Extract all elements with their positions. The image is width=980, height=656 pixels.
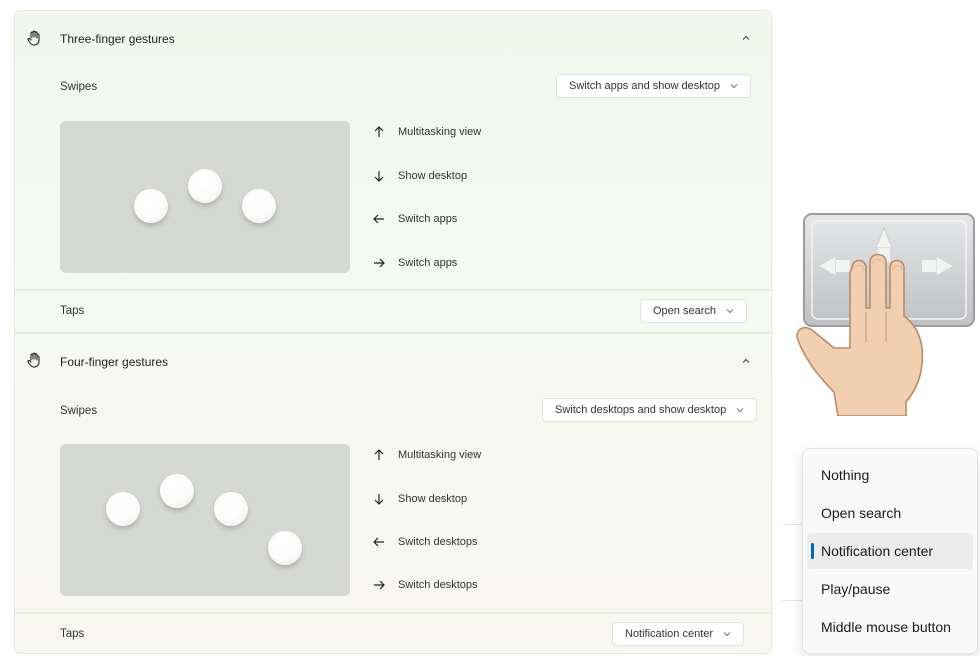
menu-item-label: Notification center	[821, 543, 934, 559]
menu-item-nothing[interactable]: Nothing	[807, 457, 973, 493]
menu-item-notification-center[interactable]: Notification center	[807, 533, 973, 569]
gesture-right: Switch apps	[372, 255, 457, 271]
menu-item-open-search[interactable]: Open search	[807, 495, 973, 531]
finger-dot	[242, 189, 276, 223]
taps-row: Taps Open search	[14, 289, 770, 329]
swipes-dropdown-value: Switch desktops and show desktop	[555, 404, 727, 416]
gesture-down: Show desktop	[372, 491, 467, 507]
swipes-dropdown-value: Switch apps and show desktop	[569, 80, 721, 92]
three-finger-preview	[60, 121, 350, 273]
menu-item-label: Middle mouse button	[821, 619, 951, 635]
gesture-right-label: Switch apps	[398, 257, 458, 269]
finger-dot	[214, 492, 248, 526]
gesture-up-label: Multitasking view	[398, 126, 482, 138]
finger-dot	[268, 531, 302, 565]
three-finger-header[interactable]: Three-finger gestures	[14, 10, 770, 66]
finger-dot	[106, 492, 140, 526]
taps-dropdown[interactable]: Open search	[640, 299, 747, 323]
gesture-up-label: Multitasking view	[398, 449, 482, 461]
arrow-up-icon	[374, 126, 384, 137]
chevron-up-icon[interactable]	[740, 32, 752, 44]
taps-dropdown-value: Open search	[653, 305, 716, 317]
taps-row: Taps Notification center	[14, 612, 770, 652]
four-finger-section: Four-finger gestures Swipes Switch deskt…	[14, 332, 770, 646]
taps-label: Taps	[60, 305, 85, 317]
gesture-left: Switch apps	[372, 211, 457, 227]
swipes-dropdown[interactable]: Switch desktops and show desktop	[542, 398, 758, 422]
section-title: Four-finger gestures	[60, 355, 169, 369]
gesture-down-label: Show desktop	[398, 493, 468, 505]
divider	[782, 600, 804, 601]
touchpad-settings-screenshot: Three-finger gestures Swipes Switch apps…	[0, 0, 980, 656]
gesture-down-label: Show desktop	[398, 170, 468, 182]
swipes-dropdown[interactable]: Switch apps and show desktop	[556, 74, 752, 98]
gesture-left: Switch desktops	[372, 534, 477, 550]
taps-dropdown[interactable]: Notification center	[612, 622, 745, 646]
finger-dot	[188, 169, 222, 203]
taps-label: Taps	[60, 628, 85, 640]
chevron-down-icon	[723, 632, 731, 637]
divider	[782, 524, 804, 525]
arrow-left-icon	[373, 537, 384, 547]
section-title: Three-finger gestures	[60, 32, 175, 46]
chevron-down-icon	[726, 309, 734, 314]
menu-item-label: Open search	[821, 505, 902, 521]
selection-indicator	[811, 543, 814, 559]
arrow-right-icon	[374, 258, 385, 268]
swipes-label: Swipes	[60, 81, 98, 93]
gesture-left-label: Switch apps	[398, 213, 458, 225]
gesture-left-label: Switch desktops	[398, 536, 478, 548]
chevron-down-icon	[736, 408, 744, 413]
gesture-down: Show desktop	[372, 168, 467, 184]
four-finger-header[interactable]: Four-finger gestures	[14, 334, 770, 390]
chevron-up-icon[interactable]	[740, 355, 752, 367]
chevron-down-icon	[730, 84, 738, 89]
gesture-right: Switch desktops	[372, 577, 477, 593]
arrow-down-icon	[374, 171, 384, 182]
hand-icon	[27, 352, 40, 368]
four-finger-preview	[60, 444, 350, 596]
taps-dropdown-value: Notification center	[625, 628, 714, 640]
arrow-left-icon	[373, 214, 384, 224]
hand-icon	[27, 30, 40, 46]
menu-item-play-pause[interactable]: Play/pause	[807, 571, 973, 607]
swipes-label: Swipes	[60, 405, 98, 417]
arrow-down-icon	[374, 494, 384, 505]
menu-item-label: Play/pause	[821, 581, 891, 597]
arrow-up-icon	[374, 449, 384, 460]
three-finger-touchpad-illustration	[796, 213, 975, 416]
finger-dot	[160, 474, 194, 508]
gesture-right-label: Switch desktops	[398, 579, 478, 591]
finger-dot	[134, 189, 168, 223]
taps-options-menu: Nothing Open search Notification center …	[802, 448, 978, 654]
menu-item-label: Nothing	[821, 467, 870, 483]
menu-item-middle-mouse-button[interactable]: Middle mouse button	[807, 609, 973, 645]
arrow-right-icon	[374, 580, 385, 590]
gesture-up: Multitasking view	[372, 124, 481, 140]
gesture-up: Multitasking view	[372, 447, 481, 463]
